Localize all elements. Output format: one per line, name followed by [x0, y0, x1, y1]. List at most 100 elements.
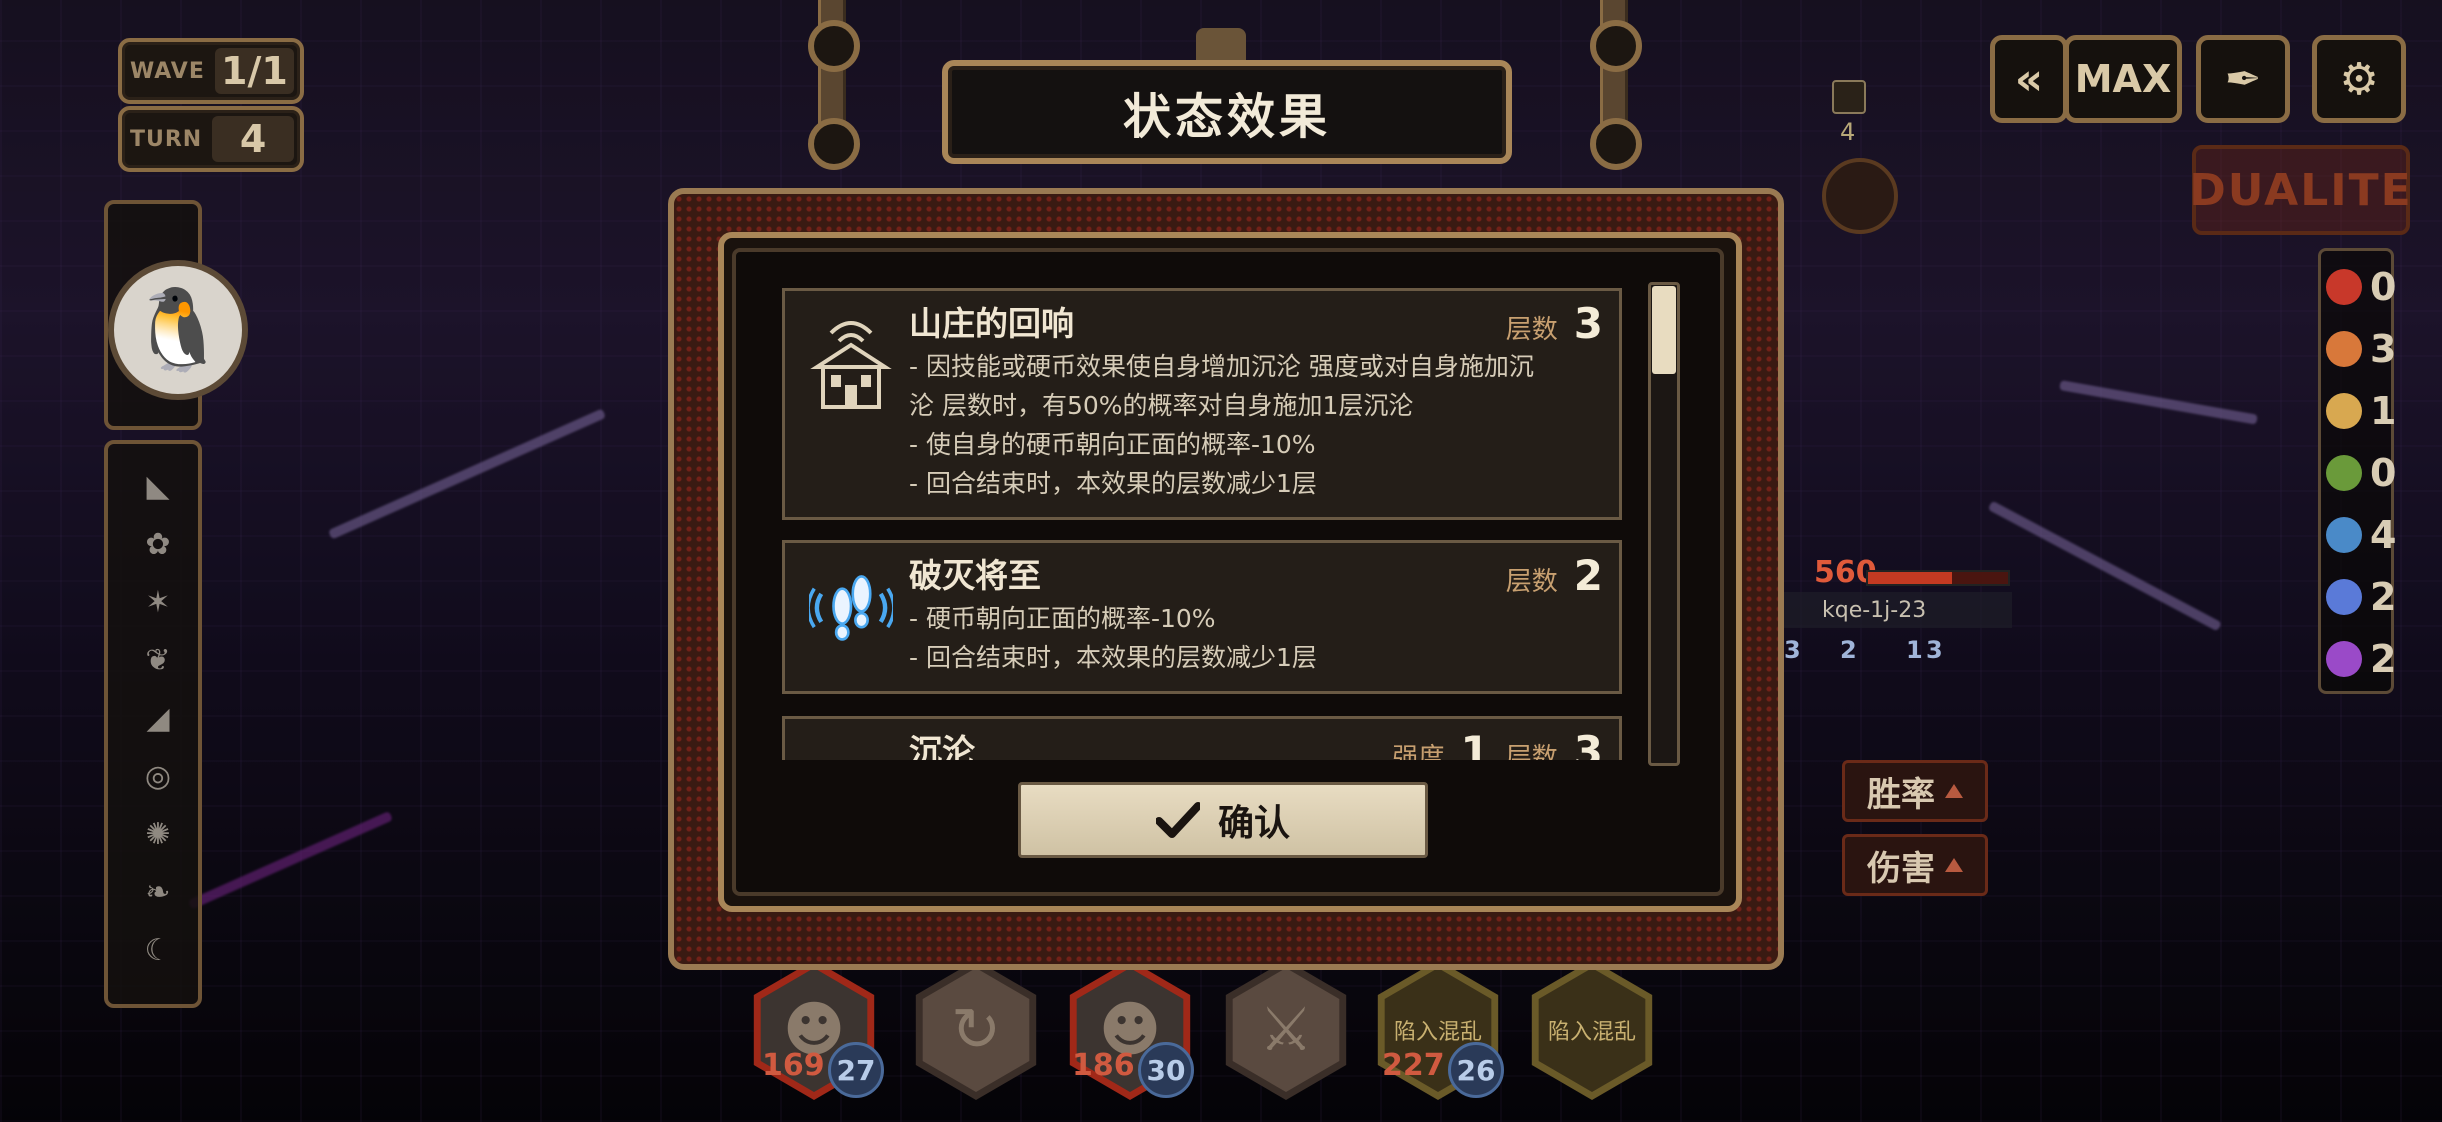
wing-icon[interactable]: ❧: [136, 870, 180, 914]
turn-label: TURN: [130, 126, 203, 152]
description-line: - 回合结束时，本效果的层数减少1层: [909, 469, 1317, 498]
description-line: 沦 层数时，有50%的概率对自身施加1层沉沦: [909, 391, 1414, 420]
stack-value: 3: [1573, 727, 1603, 760]
resource-cloud: 1: [2326, 386, 2416, 436]
spiral-icon[interactable]: ◎: [136, 754, 180, 798]
auto-battle-button[interactable]: ✒: [2196, 35, 2290, 123]
frame-ring: [1590, 118, 1642, 170]
stack-counter: 层数 3: [1506, 299, 1603, 348]
settings-button[interactable]: ⚙: [2312, 35, 2406, 123]
blade-icon[interactable]: ◢: [136, 696, 180, 740]
dualite-label: DUALITE: [2189, 164, 2413, 216]
stack-counter: 层数 2: [1506, 551, 1603, 600]
sinking-icon: [809, 727, 893, 760]
resource-fire: 0: [2326, 262, 2416, 312]
effect-name: 破灭将至: [909, 556, 1041, 595]
title-knob: [1196, 28, 1246, 62]
speed-max-label: MAX: [2074, 57, 2172, 101]
unit-hp: 169: [762, 1048, 825, 1083]
frame-ring: [808, 118, 860, 170]
resource-count: 2: [2370, 575, 2397, 619]
enemy-name[interactable]: kqe-1j-23: [1784, 592, 2012, 628]
resource-count: 0: [2370, 451, 2397, 495]
wave-label: WAVE: [130, 58, 205, 84]
frame-ring: [1590, 20, 1642, 72]
description-line: - 因技能或硬币效果使自身增加沉沦 强度或对自身施加沉: [909, 352, 1534, 381]
unit-hp: 227: [1382, 1048, 1445, 1083]
description-line: - 使自身的硬币朝向正面的概率-10%: [909, 430, 1316, 459]
enemy-effect-count: 3: [1926, 636, 1943, 664]
gear-icon: ⚙: [2339, 53, 2379, 105]
resource-crystal: 2: [2326, 572, 2416, 622]
resource-rose: 2: [2326, 634, 2416, 684]
resource-count: 4: [2370, 513, 2397, 557]
description-line: - 回合结束时，本效果的层数减少1层: [909, 643, 1317, 672]
emblem-icon[interactable]: ✺: [136, 812, 180, 856]
resource-count: 0: [2370, 265, 2397, 309]
feather-icon[interactable]: ❦: [136, 638, 180, 682]
dialog-title: 状态效果: [1122, 89, 1331, 145]
triangle-up-icon: [1945, 784, 1963, 798]
checkmark-icon: [1155, 802, 1200, 838]
winrate-button[interactable]: 胜率: [1842, 760, 1988, 822]
effect-card: 沉沦 强度 1 层数 3: [782, 716, 1622, 760]
cloud-icon: [2326, 393, 2362, 429]
effect-list[interactable]: 山庄的回响 层数 3 - 因技能或硬币效果使自身增加沉沦 强度或对自身施加沉 沦…: [770, 282, 1630, 760]
skill-dial-icon[interactable]: [1822, 158, 1898, 234]
wave-counter: WAVE 1/1: [118, 38, 304, 104]
double-chevron-left-icon: «: [2014, 53, 2044, 105]
rewind-button[interactable]: «: [1990, 35, 2068, 123]
speed-max-button[interactable]: MAX: [2064, 35, 2182, 123]
resource-count: 1: [2370, 389, 2397, 433]
turn-value: 4: [212, 116, 294, 162]
scrollbar-thumb[interactable]: [1652, 286, 1676, 374]
character-avatar[interactable]: 🐧: [108, 260, 248, 400]
enemy-effect-count: 1: [1906, 636, 1923, 664]
description-line: - 硬币朝向正面的概率-10%: [909, 604, 1216, 633]
potency-value: 1: [1460, 727, 1490, 760]
footsteps-icon: [809, 557, 893, 657]
enemy-effect-count: 3: [1784, 636, 1801, 664]
stack-value: 2: [1573, 551, 1603, 600]
stack-label: 层数: [1505, 567, 1558, 597]
fire-icon: [2326, 269, 2362, 305]
turn-counter: TURN 4: [118, 106, 304, 172]
dna-icon: [2326, 331, 2362, 367]
wave-icon: [2326, 517, 2362, 553]
page-icon[interactable]: ◣: [136, 464, 180, 508]
crystal-icon: [2326, 579, 2362, 615]
triangle-up-icon: [1945, 858, 1963, 872]
resource-count: 2: [2370, 637, 2397, 681]
stack-label: 层数: [1505, 743, 1558, 760]
resource-dna: 3: [2326, 324, 2416, 374]
unit-level-badge: 26: [1448, 1042, 1504, 1098]
star-icon[interactable]: ✶: [136, 580, 180, 624]
resource-leaf: 0: [2326, 448, 2416, 498]
unit-hp: 186: [1072, 1048, 1135, 1083]
stack-value: 3: [1573, 299, 1603, 348]
coin-value: 4: [1840, 118, 1856, 146]
frame-ring: [808, 20, 860, 72]
effect-card: 破灭将至 层数 2 - 硬币朝向正面的概率-10% - 回合结束时，本效果的层数…: [782, 540, 1622, 694]
leaf-icon: [2326, 455, 2362, 491]
rose-icon[interactable]: ✿: [136, 522, 180, 566]
winrate-label: 胜率: [1867, 774, 1935, 815]
dialog-title-plate: 状态效果: [942, 60, 1512, 164]
confirm-button[interactable]: 确认: [1018, 782, 1428, 858]
mask-icon[interactable]: ☾: [136, 928, 180, 972]
wave-value: 1/1: [214, 48, 294, 94]
potency-label: 强度: [1392, 743, 1445, 760]
effect-description: - 因技能或硬币效果使自身增加沉沦 强度或对自身施加沉 沦 层数时，有50%的概…: [909, 347, 1599, 503]
confirm-label: 确认: [1217, 803, 1290, 844]
dualite-button[interactable]: DUALITE: [2189, 145, 2413, 235]
effect-name: 山庄的回响: [909, 304, 1074, 343]
sword-icon: ⚔: [1232, 968, 1340, 1092]
rose-icon: [2326, 641, 2362, 677]
haunted-house-icon: [809, 311, 893, 411]
panic-label: 陷入混乱: [1538, 968, 1646, 1092]
unit-level-badge: 30: [1138, 1042, 1194, 1098]
unit-level-badge: 27: [828, 1042, 884, 1098]
damage-button[interactable]: 伤害: [1842, 834, 1988, 896]
refresh-icon: ↻: [922, 968, 1030, 1092]
enemy-effect-count: 2: [1840, 636, 1857, 664]
